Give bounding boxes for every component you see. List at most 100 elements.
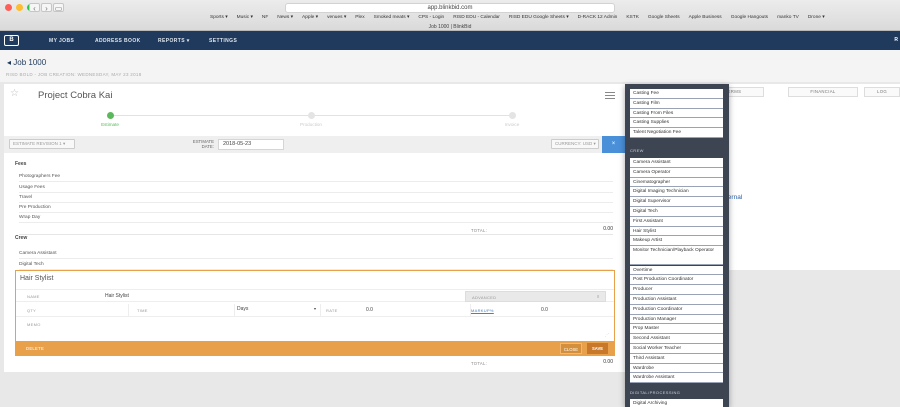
save-button[interactable]: SAVE: [587, 343, 608, 354]
fee-item[interactable]: Pre Production: [19, 203, 613, 213]
delete-button[interactable]: DELETE: [26, 346, 44, 351]
dropdown-item[interactable]: Hair Stylist: [630, 226, 723, 237]
rate-field[interactable]: RATE 0.0: [321, 304, 471, 317]
bookmark-item[interactable]: Apple Business: [689, 15, 722, 20]
minimize-window-button[interactable]: [16, 4, 23, 11]
close-button[interactable]: CLOSE: [560, 343, 582, 354]
dropdown-group-header: DIGITAL/PROCESSING: [630, 390, 681, 396]
dropdown-item[interactable]: Casting From Files: [630, 108, 723, 119]
dropdown-item[interactable]: First Assistant: [630, 216, 723, 227]
job-title[interactable]: ◂ Job 1000: [7, 58, 46, 67]
step-estimate[interactable]: Estimate: [80, 112, 140, 127]
star-icon[interactable]: ☆: [10, 88, 19, 99]
qty-field[interactable]: QTY: [16, 304, 129, 317]
bookmark-item[interactable]: Drone ▾: [808, 15, 825, 20]
step-label: Invoice: [504, 122, 520, 127]
line-item-dropdown: Casting Fee Casting Film Casting From File…: [625, 84, 729, 407]
dropdown-item[interactable]: Wardrobe Assistant: [630, 373, 723, 384]
step-invoice[interactable]: Invoice: [482, 112, 542, 127]
bookmark-item[interactable]: News ▾: [277, 15, 293, 20]
estimate-revision-select[interactable]: ESTIMATE REVISION 1 ▾: [9, 139, 75, 149]
dropdown-item[interactable]: Overtime: [630, 265, 723, 276]
dropdown-item[interactable]: Wardrobe: [630, 363, 723, 374]
dropdown-item[interactable]: Camera Operator: [630, 167, 723, 178]
fee-item[interactable]: Usage Fees: [19, 183, 613, 193]
resize-handle-icon[interactable]: ⋰: [605, 332, 609, 337]
dropdown-item[interactable]: Post Production Coordinator: [630, 275, 723, 286]
dropdown-item[interactable]: Social Worker Teacher: [630, 344, 723, 354]
estimate-date-field[interactable]: 2018-05-23: [218, 139, 284, 150]
close-icon[interactable]: ×: [602, 136, 625, 153]
bookmark-item[interactable]: Google Hangouts: [731, 15, 768, 20]
fee-item[interactable]: Travel: [19, 193, 613, 203]
nav-my-jobs[interactable]: MY JOBS: [49, 38, 74, 44]
bookmark-item[interactable]: Google Sheets: [648, 15, 680, 20]
bookmark-item[interactable]: RISD EDU - Calendar: [453, 15, 500, 20]
dropdown-item[interactable]: Monitor Technician/Playback Operator: [630, 246, 723, 266]
tab-log[interactable]: LOG: [864, 87, 900, 97]
crew-item[interactable]: Camera Assistant: [19, 249, 613, 259]
dropdown-item[interactable]: Prop Master: [630, 324, 723, 335]
dropdown-item[interactable]: Digital Imaging Technician: [630, 187, 723, 198]
time-select[interactable]: Days ▾: [235, 304, 321, 317]
dropdown-item[interactable]: Casting Fee: [630, 89, 723, 99]
menu-icon[interactable]: [605, 92, 615, 101]
bookmark-item[interactable]: venues ▾: [327, 15, 346, 20]
dropdown-item[interactable]: Digital Archiving: [630, 399, 723, 407]
name-field[interactable]: Hair Stylist: [105, 293, 129, 299]
dropdown-item[interactable]: Production Coordinator: [630, 304, 723, 315]
dropdown-item[interactable]: Third Assistant: [630, 353, 723, 364]
tab-financial[interactable]: FINANCIAL: [788, 87, 858, 97]
step-production[interactable]: Production: [281, 112, 341, 127]
chevron-down-icon: ▾: [314, 306, 317, 311]
dropdown-item[interactable]: Casting Supplies: [630, 118, 723, 129]
estimate-date-label: ESTIMATE DATE:: [192, 139, 214, 149]
bookmark-item[interactable]: RISD EDU Google Sheets ▾: [509, 15, 569, 20]
bookmark-item[interactable]: D-RACK 12 Admin: [578, 15, 618, 20]
nav-address-book[interactable]: ADDRESS BOOK: [95, 38, 141, 44]
line-item-editor: Hair Stylist NAME Hair Stylist ADVANCED …: [15, 270, 615, 356]
dropdown-item[interactable]: Digital Supervisor: [630, 197, 723, 207]
close-window-button[interactable]: [5, 4, 12, 11]
fee-item[interactable]: Wrap Day: [19, 213, 613, 223]
advanced-toggle[interactable]: ADVANCED ≡: [465, 291, 606, 302]
dropdown-item[interactable]: Casting Film: [630, 98, 723, 109]
dropdown-item[interactable]: Producer: [630, 285, 723, 295]
dropdown-item[interactable]: Camera Assistant: [630, 158, 723, 168]
currency-select[interactable]: CURRENCY: USD ▾: [551, 139, 599, 149]
nav-reports[interactable]: REPORTS ▾: [158, 38, 190, 44]
tab-title[interactable]: Job 1000 | BlinkBid: [0, 24, 900, 30]
bookmark-item[interactable]: KSTK: [626, 15, 639, 20]
bookmark-item[interactable]: manko TV: [777, 15, 799, 20]
bookmark-item[interactable]: Apple ▾: [302, 15, 318, 20]
markup-label[interactable]: MARKUP%: [471, 308, 494, 313]
bookmark-item[interactable]: Sports ▾: [210, 15, 228, 20]
fees-total-value: 0.00: [603, 226, 613, 232]
url-bar[interactable]: app.blinkbid.com: [285, 3, 615, 13]
dropdown-item[interactable]: Digital Tech: [630, 207, 723, 217]
bookmark-item[interactable]: Plex: [355, 15, 364, 20]
job-header: ◂ Job 1000 RISD BOLD - JOB CREATION: WED…: [0, 50, 900, 82]
blinkbid-logo[interactable]: B: [4, 35, 19, 46]
markup-field[interactable]: MARKUP% 0.0: [471, 304, 614, 317]
forward-icon[interactable]: ›: [41, 3, 52, 13]
sidebar-icon[interactable]: ▭: [53, 3, 64, 13]
dropdown-item[interactable]: Second Assistant: [630, 334, 723, 344]
user-menu[interactable]: R: [894, 37, 898, 43]
bookmark-item[interactable]: Smoked meats ▾: [374, 15, 410, 20]
bookmark-item[interactable]: Music ▾: [237, 15, 253, 20]
dropdown-item[interactable]: Production Assistant: [630, 295, 723, 305]
dropdown-item[interactable]: Cinematographer: [630, 177, 723, 188]
back-icon[interactable]: ‹: [29, 3, 40, 13]
dropdown-item[interactable]: Talent Negotiation Fee: [630, 128, 723, 138]
bookmark-item[interactable]: NF: [262, 15, 268, 20]
step-dot-icon: [508, 112, 516, 119]
job-title-text: Job 1000: [13, 58, 47, 67]
memo-field[interactable]: MEMO ⋰: [16, 317, 614, 339]
nav-settings[interactable]: SETTINGS: [209, 38, 237, 44]
dropdown-item[interactable]: Makeup Artist: [630, 236, 723, 247]
bookmark-item[interactable]: CPS - Login: [418, 15, 444, 20]
fee-item[interactable]: Photographers Fee: [19, 172, 613, 182]
crew-item[interactable]: Digital Tech: [19, 260, 613, 270]
dropdown-item[interactable]: Production Manager: [630, 314, 723, 325]
